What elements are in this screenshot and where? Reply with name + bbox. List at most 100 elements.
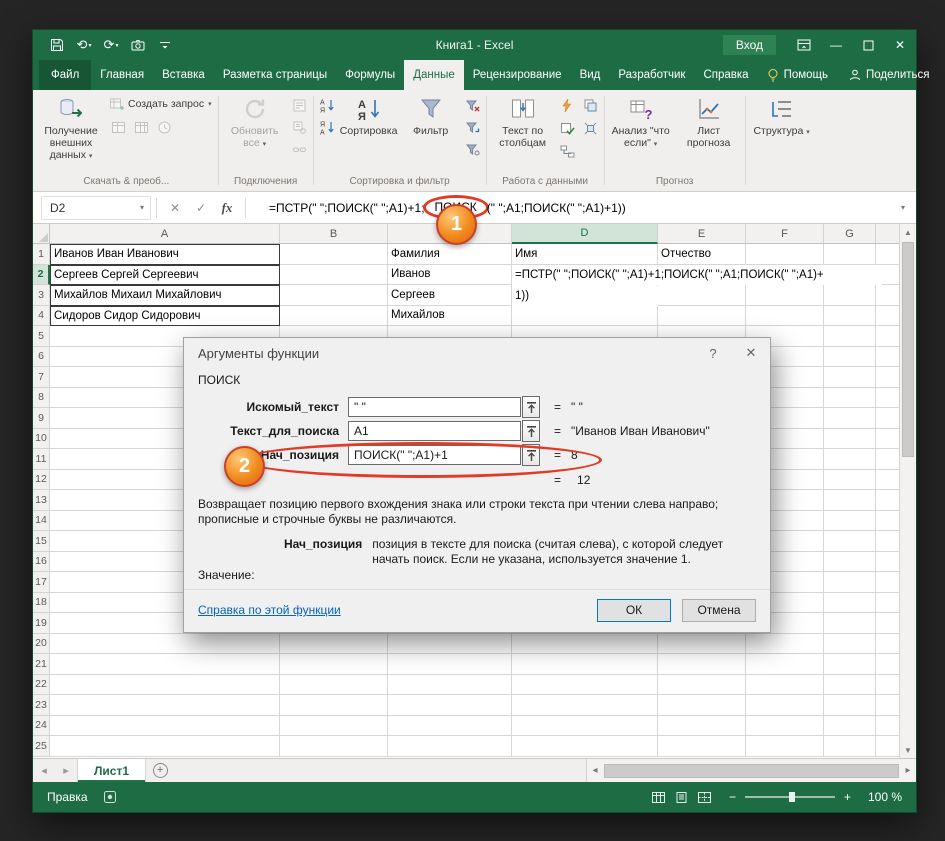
cell-g24[interactable] xyxy=(824,715,876,736)
cell-b3[interactable] xyxy=(280,285,388,306)
outline-button[interactable]: Структура ▾ xyxy=(749,93,815,139)
cell-f4[interactable] xyxy=(746,305,824,326)
cell-c21[interactable] xyxy=(388,654,512,675)
cell-g25[interactable] xyxy=(824,736,876,757)
cell-d24[interactable] xyxy=(512,715,658,736)
cell-c1[interactable]: Фамилия xyxy=(388,244,512,265)
advanced-filter-icon[interactable] xyxy=(463,139,483,159)
get-external-data-button[interactable]: Получение внешних данных ▾ xyxy=(38,93,104,163)
cancel-button[interactable]: Отмена xyxy=(682,598,756,622)
select-all-corner[interactable] xyxy=(33,224,50,244)
cell-g5[interactable] xyxy=(824,326,876,347)
cell-a22[interactable] xyxy=(50,674,280,695)
zoom-out-button[interactable]: − xyxy=(729,790,736,804)
cell-b2[interactable] xyxy=(280,264,388,285)
ribbon-tab-1[interactable]: Главная xyxy=(91,60,153,90)
row-header-20[interactable]: 20 xyxy=(33,633,50,654)
edit-links-icon[interactable] xyxy=(290,139,310,159)
cell-f22[interactable] xyxy=(746,674,824,695)
ribbon-tab-8[interactable]: Разработчик xyxy=(609,60,694,90)
undo-button[interactable]: ⟲ ▾ xyxy=(72,34,96,56)
ribbon-display-options-button[interactable] xyxy=(788,30,820,60)
text-to-columns-button[interactable]: Текст по столбцам xyxy=(490,93,556,149)
row-header-4[interactable]: 4 xyxy=(33,305,50,326)
row-header-25[interactable]: 25 xyxy=(33,736,50,757)
cell-a1[interactable]: Иванов Иван Иванович xyxy=(50,244,280,265)
field-input-2[interactable]: A1 xyxy=(348,421,521,441)
sort-az-icon[interactable]: АЯ xyxy=(317,95,337,115)
dialog-help-button[interactable]: ? xyxy=(694,338,732,368)
cell-g10[interactable] xyxy=(824,428,876,449)
ribbon-tab-5[interactable]: Данные xyxy=(404,60,464,90)
cell-f20[interactable] xyxy=(746,633,824,654)
cell-g4[interactable] xyxy=(824,305,876,326)
row-header-9[interactable]: 9 xyxy=(33,408,50,429)
cell-d20[interactable] xyxy=(512,633,658,654)
close-button[interactable]: ✕ xyxy=(884,30,916,60)
ribbon-tab-2[interactable]: Вставка xyxy=(153,60,214,90)
sheet-nav-left-icon[interactable]: ◂ xyxy=(33,759,55,782)
cell-d23[interactable] xyxy=(512,695,658,716)
clear-filter-icon[interactable] xyxy=(463,95,483,115)
formula-text[interactable]: =ПСТР(" ";ПОИСК(" ";A1)+1;ПОИСК(" ";A1;П… xyxy=(251,195,890,220)
sort-za-icon[interactable]: ЯА xyxy=(317,117,337,137)
cell-e20[interactable] xyxy=(658,633,746,654)
cell-g18[interactable] xyxy=(824,592,876,613)
refresh-all-button[interactable]: Обновить все ▾ xyxy=(222,93,288,151)
row-header-5[interactable]: 5 xyxy=(33,326,50,347)
sheet-tab-list1[interactable]: Лист1 xyxy=(77,759,147,782)
zoom-level[interactable]: 100 % xyxy=(860,790,902,804)
cell-a2[interactable]: Сергеев Сергей Сергеевич xyxy=(50,264,280,285)
cell-a21[interactable] xyxy=(50,654,280,675)
forecast-sheet-button[interactable]: Лист прогноза xyxy=(676,93,742,149)
cell-g14[interactable] xyxy=(824,510,876,531)
cell-g22[interactable] xyxy=(824,674,876,695)
function-help-link[interactable]: Справка по этой функции xyxy=(198,603,341,617)
cell-a4[interactable]: Сидоров Сидор Сидорович xyxy=(50,305,280,326)
page-layout-view-button[interactable] xyxy=(675,791,688,803)
cell-e25[interactable] xyxy=(658,736,746,757)
cell-d22[interactable] xyxy=(512,674,658,695)
name-box-dropdown-icon[interactable]: ▾ xyxy=(140,203,144,212)
cell-d4[interactable] xyxy=(512,305,658,326)
vertical-scroll-thumb[interactable] xyxy=(902,242,914,457)
cell-f23[interactable] xyxy=(746,695,824,716)
cell-c23[interactable] xyxy=(388,695,512,716)
cell-e1[interactable]: Отчество xyxy=(658,244,746,265)
row-header-17[interactable]: 17 xyxy=(33,572,50,593)
cell-g16[interactable] xyxy=(824,551,876,572)
sort-button[interactable]: АЯ Сортировка xyxy=(339,93,399,137)
cell-a20[interactable] xyxy=(50,633,280,654)
column-header-b[interactable]: B xyxy=(280,224,388,244)
cell-g21[interactable] xyxy=(824,654,876,675)
sheet-nav-right-icon[interactable]: ▸ xyxy=(55,759,77,782)
row-header-11[interactable]: 11 xyxy=(33,449,50,470)
relationships-icon[interactable] xyxy=(558,141,578,161)
sign-in-button[interactable]: Вход xyxy=(722,35,776,55)
collapse-dialog-button-1[interactable] xyxy=(522,396,540,418)
cell-d21[interactable] xyxy=(512,654,658,675)
macro-record-button[interactable] xyxy=(103,791,116,803)
cell-g17[interactable] xyxy=(824,572,876,593)
collapse-dialog-button-2[interactable] xyxy=(522,420,540,442)
new-query-button[interactable]: Создать запрос ▾ xyxy=(106,93,215,115)
redo-button[interactable]: ⟳ ▾ xyxy=(99,34,123,56)
field-input-1[interactable]: " " xyxy=(348,397,521,417)
cell-b21[interactable] xyxy=(280,654,388,675)
cell-b25[interactable] xyxy=(280,736,388,757)
ribbon-tab-4[interactable]: Формулы xyxy=(336,60,404,90)
cell-a23[interactable] xyxy=(50,695,280,716)
ribbon-tab-9[interactable]: Справка xyxy=(694,60,757,90)
cell-c22[interactable] xyxy=(388,674,512,695)
row-header-22[interactable]: 22 xyxy=(33,674,50,695)
column-header-a[interactable]: A xyxy=(50,224,280,244)
column-header-f[interactable]: F xyxy=(746,224,824,244)
zoom-in-button[interactable]: + xyxy=(844,790,851,804)
horizontal-scrollbar[interactable]: ◂ ▸ xyxy=(586,759,916,782)
show-queries-icon[interactable] xyxy=(108,117,128,137)
save-button[interactable] xyxy=(45,34,69,56)
scroll-left-icon[interactable]: ◂ xyxy=(587,765,603,776)
ok-button[interactable]: ОК xyxy=(597,598,671,622)
cell-g3[interactable] xyxy=(824,285,876,306)
formula-bar-expand-icon[interactable]: ▾ xyxy=(890,203,916,212)
